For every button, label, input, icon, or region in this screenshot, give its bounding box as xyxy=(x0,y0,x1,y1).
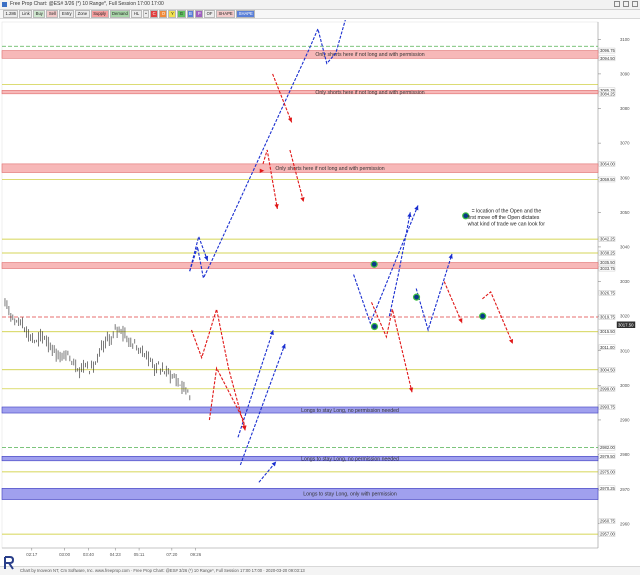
axis-tick-label-14: 2960 xyxy=(620,521,630,526)
toolbar-button-16[interactable]: OF xyxy=(204,10,215,18)
toolbar-button-6[interactable]: Supply xyxy=(90,10,109,18)
price-tag-20: 2970.25 xyxy=(600,486,616,491)
time-tick-label-2: 03:40 xyxy=(83,552,95,557)
time-tick-label-5: 07:20 xyxy=(166,552,178,557)
toolbar-button-10[interactable]: C xyxy=(150,10,159,18)
supply-zone-3 xyxy=(1,262,599,269)
demand-zone-4 xyxy=(1,406,599,414)
price-tag-4: 3064.00 xyxy=(600,161,616,166)
toolbar-button-12[interactable]: Y xyxy=(168,10,177,18)
price-tag-13: 3011.00 xyxy=(600,345,615,350)
chart-toolbar: 1.286 Link Buy Sell Entry Zone Supply Demand HL •… xyxy=(0,10,640,19)
axis-tick-label-8: 3020 xyxy=(620,314,630,319)
toolbar-button-3[interactable]: Sell xyxy=(46,10,59,18)
time-tick-label-1: 03:00 xyxy=(59,552,71,557)
axis-tick-label-2: 3080 xyxy=(620,106,630,111)
demand-zone-5 xyxy=(1,455,599,462)
toolbar-button-14[interactable]: B xyxy=(186,10,195,18)
time-tick-label-6: 09:26 xyxy=(190,552,202,557)
time-tick-label-4: 05:11 xyxy=(134,552,145,557)
price-tag-0: 3096.75 xyxy=(600,48,616,53)
toolbar-button-2[interactable]: Buy xyxy=(33,10,46,18)
zone-label-2: Only shorts here if not long and with pe… xyxy=(275,166,384,172)
price-tag-9: 3033.75 xyxy=(600,266,616,271)
minimize-icon[interactable] xyxy=(614,1,620,7)
open-marker-3 xyxy=(479,312,487,320)
toolbar-button-1[interactable]: Link xyxy=(19,10,33,18)
supply-zone-0 xyxy=(1,50,599,59)
window-titlebar: Free Prop Chart: @ES# 3/26 (*) 10 Range*… xyxy=(0,0,640,10)
price-tag-8: 3035.50 xyxy=(600,260,616,265)
price-tag-11: 3019.75 xyxy=(600,315,616,320)
price-tag-10: 3026.75 xyxy=(600,290,616,295)
app-icon xyxy=(2,2,7,7)
price-tag-22: 2957.00 xyxy=(600,532,616,537)
supply-zone-1 xyxy=(1,90,599,95)
toolbar-button-18[interactable]: SHAPE xyxy=(236,10,256,18)
price-tag-3: 3084.25 xyxy=(600,91,616,96)
toolbar-button-0[interactable]: 1.286 xyxy=(3,10,19,18)
axis-tick-label-11: 2990 xyxy=(620,418,630,423)
price-tag-17: 2982.00 xyxy=(600,445,616,450)
zone-label-1: Only shorts here if not long and with pe… xyxy=(315,90,424,96)
price-tag-18: 2979.50 xyxy=(600,454,616,459)
axis-tick-label-9: 3010 xyxy=(620,348,630,353)
axis-tick-label-5: 3050 xyxy=(620,210,630,215)
price-chart[interactable]: Only shorts here if not long and with pe… xyxy=(0,20,640,566)
plot-area xyxy=(1,21,599,549)
close-icon[interactable] xyxy=(632,1,638,7)
toolbar-button-8[interactable]: HL xyxy=(131,10,142,18)
brand-logo-icon xyxy=(4,556,15,570)
price-tag-19: 2975.00 xyxy=(600,469,616,474)
current-price-label: 3017.50 xyxy=(618,322,634,327)
toolbar-button-5[interactable]: Zone xyxy=(75,10,90,18)
price-tag-6: 3042.25 xyxy=(600,237,616,242)
price-tag-1: 3094.50 xyxy=(600,56,616,61)
toolbar-button-15[interactable]: P xyxy=(195,10,204,18)
toolbar-button-4[interactable]: Entry xyxy=(59,10,75,18)
price-tag-16: 2993.75 xyxy=(600,404,616,409)
axis-tick-label-6: 3040 xyxy=(620,245,630,250)
price-tag-7: 3038.25 xyxy=(600,250,616,255)
price-tag-14: 3004.50 xyxy=(600,367,616,372)
toolbar-button-13[interactable]: G xyxy=(177,10,186,18)
axis-tick-label-7: 3030 xyxy=(620,279,630,284)
axis-tick-label-13: 2970 xyxy=(620,487,630,492)
time-tick-label-3: 04:23 xyxy=(110,552,122,557)
price-tag-5: 3059.50 xyxy=(600,177,616,182)
legend-note: = location of the Open and the first move… xyxy=(468,208,546,227)
axis-tick-label-0: 3100 xyxy=(620,37,630,42)
zone-label-4: Longs to stay Long, no permission needed xyxy=(301,408,399,414)
axis-tick-label-12: 2980 xyxy=(620,452,630,457)
zone-label-5: Longs to stay Long, no permission needed xyxy=(301,456,399,462)
price-tag-15: 2999.00 xyxy=(600,386,616,391)
zone-label-6: Longs to stay Long, only with permission xyxy=(303,492,397,498)
window-title: Free Prop Chart: @ES# 3/26 (*) 10 Range*… xyxy=(10,1,164,7)
price-tag-21: 2960.75 xyxy=(600,519,616,524)
toolbar-button-17[interactable]: SHAPE xyxy=(215,10,236,18)
open-marker-1 xyxy=(412,293,421,301)
open-marker-2 xyxy=(370,322,379,331)
time-tick-label-0: 02:17 xyxy=(26,552,38,557)
toolbar-button-11[interactable]: O xyxy=(159,10,168,18)
toolbar-button-9[interactable]: • xyxy=(142,10,150,18)
axis-tick-label-10: 3000 xyxy=(620,383,630,388)
axis-tick-label-3: 3070 xyxy=(620,141,630,146)
axis-tick-label-4: 3060 xyxy=(620,175,630,180)
toolbar-button-7[interactable]: Demand xyxy=(109,10,131,18)
price-tag-12: 3015.50 xyxy=(600,329,616,334)
open-marker-0 xyxy=(370,260,378,268)
window-controls xyxy=(614,1,638,7)
demand-zone-6 xyxy=(1,488,599,500)
axis-tick-label-1: 3090 xyxy=(620,72,630,77)
maximize-icon[interactable] xyxy=(623,1,629,7)
